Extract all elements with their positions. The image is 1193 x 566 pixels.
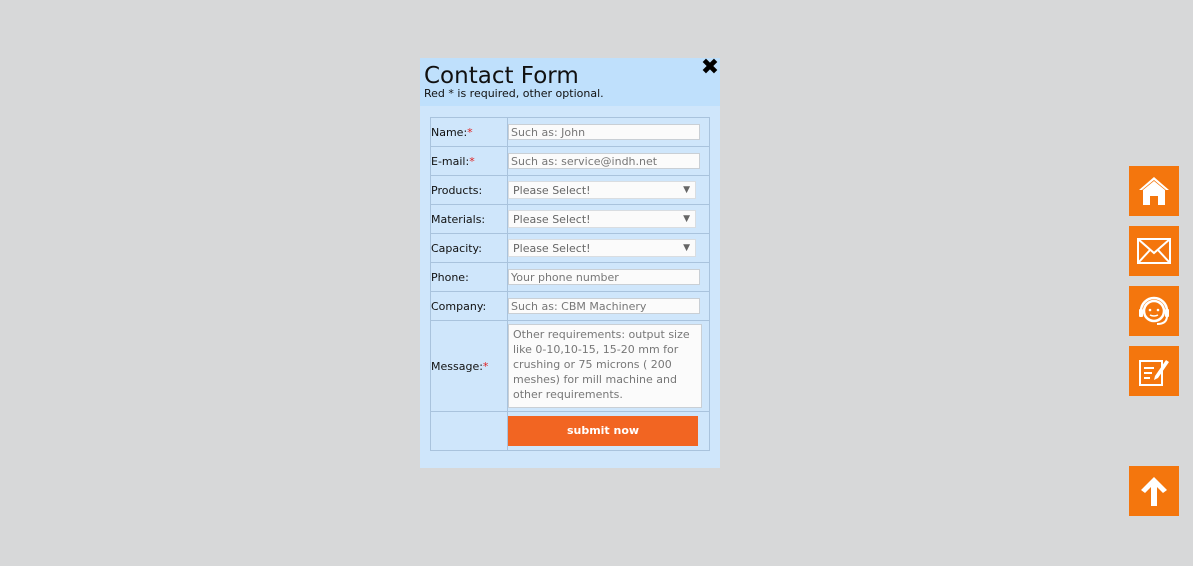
company-label: Company:	[430, 291, 508, 321]
required-mark: *	[467, 125, 473, 139]
capacity-select[interactable]: Please Select! ▼	[508, 239, 696, 257]
required-mark: *	[469, 154, 475, 168]
form-row-capacity: Capacity: Please Select! ▼	[430, 233, 710, 263]
back-to-top-button[interactable]	[1129, 466, 1179, 516]
submit-button[interactable]: submit now	[508, 416, 698, 446]
contact-form-table: Name:* Such as: John E-mail:* Such as: s…	[430, 117, 710, 451]
required-mark: *	[482, 359, 489, 373]
home-icon	[1139, 177, 1169, 205]
chevron-down-icon: ▼	[683, 243, 690, 253]
products-label: Products:	[430, 175, 508, 205]
inquiry-button[interactable]	[1129, 346, 1179, 396]
support-headset-icon	[1139, 296, 1169, 325]
mail-icon	[1137, 238, 1171, 264]
message-textarea[interactable]: Other requirements: output size like 0-1…	[508, 324, 702, 408]
products-select[interactable]: Please Select! ▼	[508, 181, 696, 199]
form-row-company: Company: Such as: CBM Machinery	[430, 291, 710, 321]
close-icon[interactable]: ✖	[700, 57, 720, 79]
phone-label: Phone:	[430, 262, 508, 292]
support-button[interactable]	[1129, 286, 1179, 336]
company-input[interactable]: Such as: CBM Machinery	[508, 298, 700, 314]
form-row-materials: Materials: Please Select! ▼	[430, 204, 710, 234]
email-input[interactable]: Such as: service@indh.net	[508, 153, 700, 169]
home-button[interactable]	[1129, 166, 1179, 216]
chevron-down-icon: ▼	[683, 185, 690, 195]
modal-title: Contact Form	[424, 63, 579, 89]
arrow-up-icon	[1141, 477, 1167, 506]
form-row-products: Products: Please Select! ▼	[430, 175, 710, 205]
email-label: E-mail:*	[430, 146, 508, 176]
chevron-down-icon: ▼	[683, 214, 690, 224]
name-input[interactable]: Such as: John	[508, 124, 700, 140]
contact-form-modal: Contact Form Red * is required, other op…	[420, 57, 720, 468]
form-row-message: Message:* Other requirements: output siz…	[430, 320, 710, 412]
form-row-submit: submit now	[430, 411, 710, 451]
modal-header: Contact Form Red * is required, other op…	[420, 57, 720, 106]
materials-label: Materials:	[430, 204, 508, 234]
modal-subtitle: Red * is required, other optional.	[424, 87, 604, 100]
form-row-phone: Phone: Your phone number	[430, 262, 710, 292]
edit-note-icon	[1139, 360, 1169, 386]
message-label: Message:*	[430, 320, 508, 412]
name-label: Name:*	[430, 117, 508, 147]
email-button[interactable]	[1129, 226, 1179, 276]
capacity-label: Capacity:	[430, 233, 508, 263]
phone-input[interactable]: Your phone number	[508, 269, 700, 285]
form-row-email: E-mail:* Such as: service@indh.net	[430, 146, 710, 176]
form-row-name: Name:* Such as: John	[430, 117, 710, 147]
materials-select[interactable]: Please Select! ▼	[508, 210, 696, 228]
